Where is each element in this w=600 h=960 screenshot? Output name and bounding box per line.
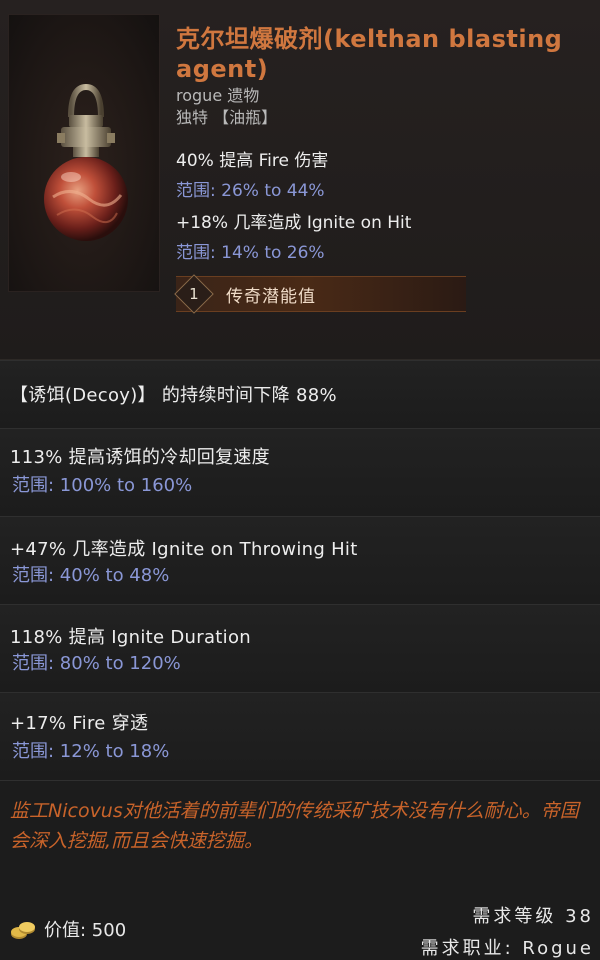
unique-mod-row: +47% 几率造成 Ignite on Throwing Hit 范围: 40%… <box>0 516 600 604</box>
required-class: 需求职业: Rogue <box>420 938 594 959</box>
legendary-potential-bar: 1 传奇潜能值 <box>174 274 466 314</box>
unique-mod-row: 113% 提高诱饵的冷却回复速度 范围: 100% to 160% <box>0 428 600 516</box>
gold-coin-icon <box>11 922 35 939</box>
unique-mod-1: 【诱饵(Decoy)】 的持续时间下降 88% <box>10 385 337 406</box>
item-title: 克尔坦爆破剂(kelthan blasting agent) <box>176 25 563 83</box>
unique-mod-2-range: 范围: 100% to 160% <box>12 475 193 496</box>
potion-flask-icon <box>44 83 128 241</box>
unique-mod-5-range: 范围: 12% to 18% <box>12 741 170 762</box>
tooltip-footer: 价值: 500 需求等级 38 需求职业: Rogue <box>0 890 600 960</box>
item-value: 价值: 500 <box>44 920 127 941</box>
item-tooltip: 克尔坦爆破剂(kelthan blasting agent) rogue 遗物 … <box>0 0 600 960</box>
base-affix-2-range: 范围: 14% to 26% <box>176 243 325 263</box>
base-affix-2: +18% 几率造成 Ignite on Hit <box>176 213 412 233</box>
base-affix-1: 40% 提高 Fire 伤害 <box>176 151 329 171</box>
legendary-potential-value: 1 <box>189 284 199 303</box>
required-level: 需求等级 38 <box>472 906 594 927</box>
legendary-potential-label: 传奇潜能值 <box>226 286 316 307</box>
unique-mod-row: 118% 提高 Ignite Duration 范围: 80% to 120% <box>0 604 600 692</box>
item-rarity-line: 独特 【油瓶】 <box>176 108 278 127</box>
unique-mod-4-range: 范围: 80% to 120% <box>12 653 181 674</box>
unique-mod-row: +17% Fire 穿透 范围: 12% to 18% <box>0 692 600 780</box>
unique-mod-3: +47% 几率造成 Ignite on Throwing Hit <box>10 539 358 560</box>
item-portrait <box>8 14 160 292</box>
unique-mod-4: 118% 提高 Ignite Duration <box>10 627 251 648</box>
item-class-line: rogue 遗物 <box>176 86 260 105</box>
unique-mod-5: +17% Fire 穿透 <box>10 713 149 734</box>
unique-mod-row: 【诱饵(Decoy)】 的持续时间下降 88% <box>0 360 600 428</box>
unique-mod-3-range: 范围: 40% to 48% <box>12 565 170 586</box>
item-header: 克尔坦爆破剂(kelthan blasting agent) rogue 遗物 … <box>0 0 600 360</box>
legendary-potential-badge: 1 <box>174 274 214 314</box>
unique-mod-2: 113% 提高诱饵的冷却回复速度 <box>10 447 270 468</box>
lore-text: 监工Nicovus对他活着的前辈们的传统采矿技术没有什么耐心。帝国会深入挖掘,而… <box>10 800 579 852</box>
base-affix-1-range: 范围: 26% to 44% <box>176 181 325 201</box>
